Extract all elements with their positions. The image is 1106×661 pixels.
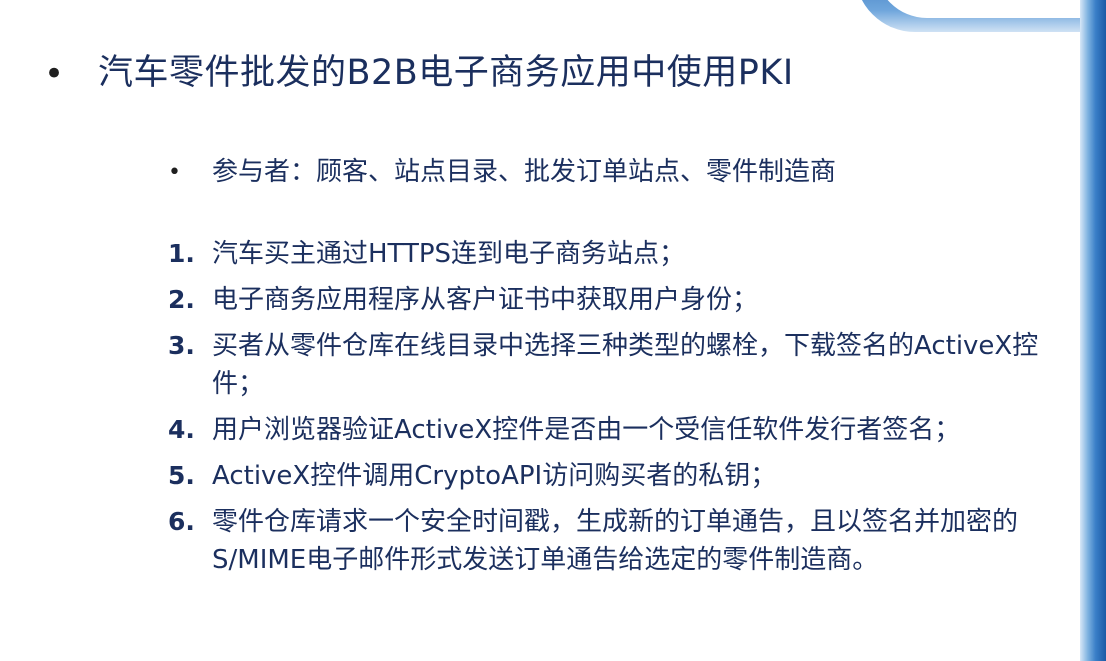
step-number: 1. (168, 239, 195, 268)
step-5: 5. ActiveX控件调用CryptoAPI访问购买者的私钥； (168, 457, 1068, 495)
heading-bullet: • (44, 54, 65, 94)
step-text: 零件仓库请求一个安全时间戳，生成新的订单通告，且以签名并加密的S/MIME电子邮… (212, 507, 1019, 575)
step-number: 6. (168, 507, 195, 536)
step-number: 2. (168, 285, 195, 314)
step-number: 5. (168, 461, 195, 490)
participants-text: 参与者：顾客、站点目录、批发订单站点、零件制造商 (212, 157, 837, 187)
step-text: 电子商务应用程序从客户证书中获取用户身份； (212, 285, 759, 315)
step-text: 汽车买主通过HTTPS连到电子商务站点； (212, 239, 686, 269)
step-number: 3. (168, 331, 195, 360)
steps-list: 1. 汽车买主通过HTTPS连到电子商务站点； 2. 电子商务应用程序从客户证书… (168, 235, 1068, 587)
step-text: 用户浏览器验证ActiveX控件是否由一个受信任软件发行者签名； (212, 415, 961, 445)
step-text: 买者从零件仓库在线目录中选择三种类型的螺栓，下载签名的ActiveX控件； (212, 331, 1039, 399)
step-4: 4. 用户浏览器验证ActiveX控件是否由一个受信任软件发行者签名； (168, 411, 1068, 449)
step-3: 3. 买者从零件仓库在线目录中选择三种类型的螺栓，下载签名的ActiveX控件； (168, 327, 1068, 403)
participants-bullet: • (168, 160, 181, 185)
decorative-top-curve-mask (875, 0, 1106, 18)
page-title: 汽车零件批发的B2B电子商务应用中使用PKI (98, 53, 794, 93)
slide: • 汽车零件批发的B2B电子商务应用中使用PKI • 参与者：顾客、站点目录、批… (0, 0, 1106, 661)
decorative-right-band (1080, 0, 1106, 661)
step-6: 6. 零件仓库请求一个安全时间戳，生成新的订单通告，且以签名并加密的S/MIME… (168, 503, 1068, 579)
step-2: 2. 电子商务应用程序从客户证书中获取用户身份； (168, 281, 1068, 319)
step-number: 4. (168, 415, 195, 444)
step-text: ActiveX控件调用CryptoAPI访问购买者的私钥； (212, 461, 777, 491)
step-1: 1. 汽车买主通过HTTPS连到电子商务站点； (168, 235, 1068, 273)
